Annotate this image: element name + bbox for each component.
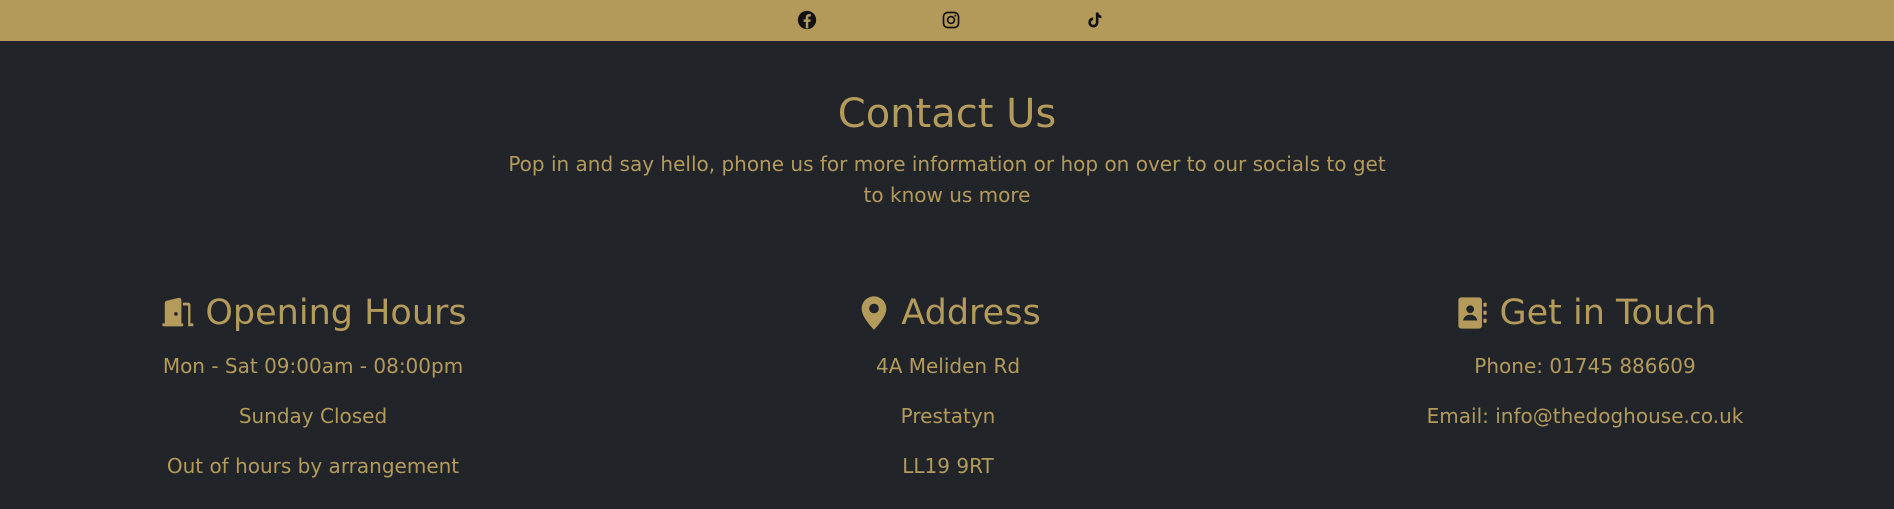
instagram-link[interactable] (940, 9, 962, 31)
address-line: Prestatyn (900, 404, 996, 428)
address-heading-label: Address (901, 293, 1041, 333)
phone-line[interactable]: Phone: 01745 886609 (1335, 341, 1835, 391)
door-open-icon (159, 294, 197, 332)
opening-hours-line: Mon - Sat 09:00am - 08:00pm (162, 354, 464, 378)
contact-intro: Pop in and say hello, phone us for more … (508, 152, 1386, 207)
email-line[interactable]: Email: info@thedoghouse.co.uk (1335, 391, 1835, 441)
opening-hours-line: Sunday Closed (238, 404, 388, 428)
opening-hours-column: Opening Hours Mon - Sat 09:00am - 08:00p… (63, 291, 563, 491)
facebook-icon (797, 10, 817, 30)
address-lines: 4A Meliden Rd Prestatyn LL19 9RT (698, 341, 1198, 491)
facebook-link[interactable] (796, 9, 818, 31)
address-book-icon (1454, 294, 1492, 332)
tiktok-icon (1084, 10, 1104, 30)
instagram-icon (941, 10, 961, 30)
get-in-touch-heading-label: Get in Touch (1499, 293, 1717, 333)
address-heading: Address (698, 291, 1198, 335)
opening-hours-line: Out of hours by arrangement (166, 454, 460, 478)
contact-section: Contact Us Pop in and say hello, phone u… (0, 41, 1894, 509)
contact-title: Contact Us (837, 91, 1057, 137)
get-in-touch-column: Get in Touch Phone: 01745 886609 Email: … (1335, 291, 1835, 441)
social-bar (0, 0, 1894, 41)
opening-hours-heading-label: Opening Hours (205, 293, 467, 333)
address-line: 4A Meliden Rd (875, 354, 1021, 378)
address-line: LL19 9RT (902, 454, 994, 478)
get-in-touch-heading: Get in Touch (1335, 291, 1835, 335)
opening-hours-lines: Mon - Sat 09:00am - 08:00pm Sunday Close… (63, 341, 563, 491)
map-pin-icon (855, 294, 893, 332)
address-column: Address 4A Meliden Rd Prestatyn LL19 9RT (698, 291, 1198, 491)
tiktok-link[interactable] (1083, 9, 1105, 31)
get-in-touch-lines: Phone: 01745 886609 Email: info@thedogho… (1335, 341, 1835, 441)
opening-hours-heading: Opening Hours (63, 291, 563, 335)
